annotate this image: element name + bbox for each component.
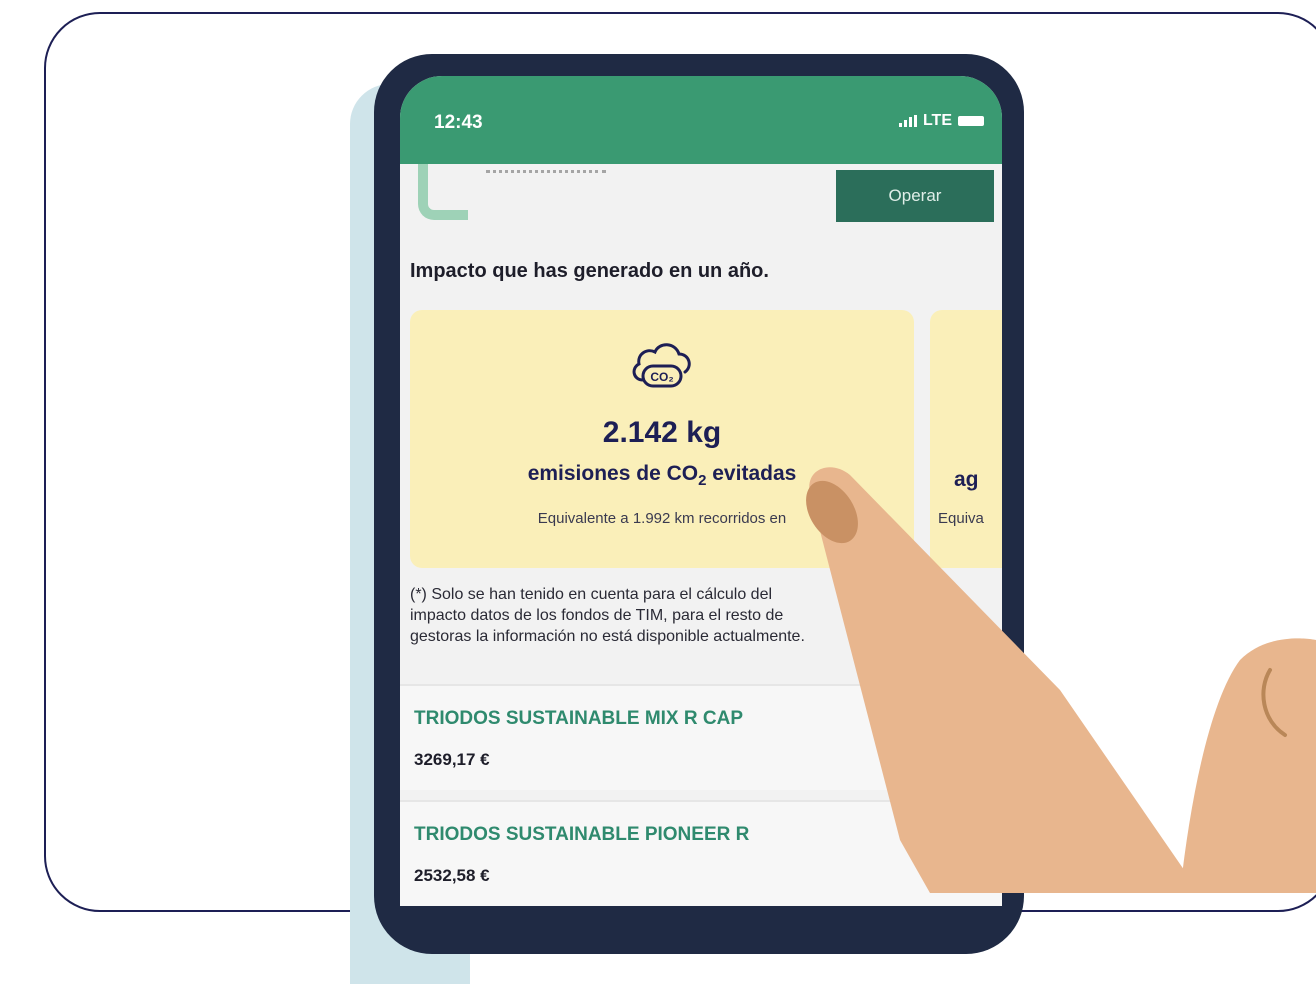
fund-row[interactable]: TRIODOS SUSTAINABLE MIX R CAP 3269,17 € (400, 684, 1002, 790)
card2-label: ag (954, 468, 979, 491)
cropped-heading (486, 170, 606, 177)
status-bar: 12:43 LTE (400, 76, 1002, 164)
footnote-line: gestoras la información no está disponib… (410, 628, 805, 645)
network-label: LTE (922, 112, 952, 129)
co2-equivalent: Equivalente a 1.992 km recorridos en (537, 510, 787, 527)
impact-card-next[interactable]: ag Equiva (930, 310, 1002, 568)
impact-card-co2[interactable]: CO₂ 2.142 kg emisiones de CO2 evitadas E… (410, 310, 914, 568)
operar-button[interactable]: Operar (836, 170, 994, 222)
card2-equivalent: Equiva (938, 510, 984, 527)
battery-icon (958, 116, 984, 126)
impact-title: Impacto que has generado en un año. (410, 260, 769, 282)
fund-name: TRIODOS SUSTAINABLE MIX R CAP (414, 708, 743, 729)
status-time: 12:43 (434, 112, 483, 133)
signal-icon (898, 115, 917, 127)
co2-cloud-icon: CO₂ (632, 343, 691, 388)
fund-amount: 2532,58 € (414, 866, 490, 885)
svg-text:CO₂: CO₂ (650, 370, 673, 384)
co2-description: emisiones de CO2 evitadas (527, 462, 797, 490)
phone-screen: 12:43 LTE Operar Impacto que has generad… (400, 76, 1002, 906)
co2-value: 2.142 kg (602, 416, 722, 449)
footnote-line: (*) Solo se han tenido en cuenta para el… (410, 586, 773, 603)
impact-footnote: (*) Solo se han tenido en cuenta para el… (410, 584, 970, 647)
fund-row[interactable]: TRIODOS SUSTAINABLE PIONEER R 2532,58 € (400, 800, 1002, 906)
status-indicators: LTE (898, 112, 984, 130)
brand-logo-fragment (418, 164, 468, 220)
footnote-line: impacto datos de los fondos de TIM, para… (410, 607, 784, 624)
fund-name: TRIODOS SUSTAINABLE PIONEER R (414, 824, 750, 845)
fund-amount: 3269,17 € (414, 750, 490, 769)
